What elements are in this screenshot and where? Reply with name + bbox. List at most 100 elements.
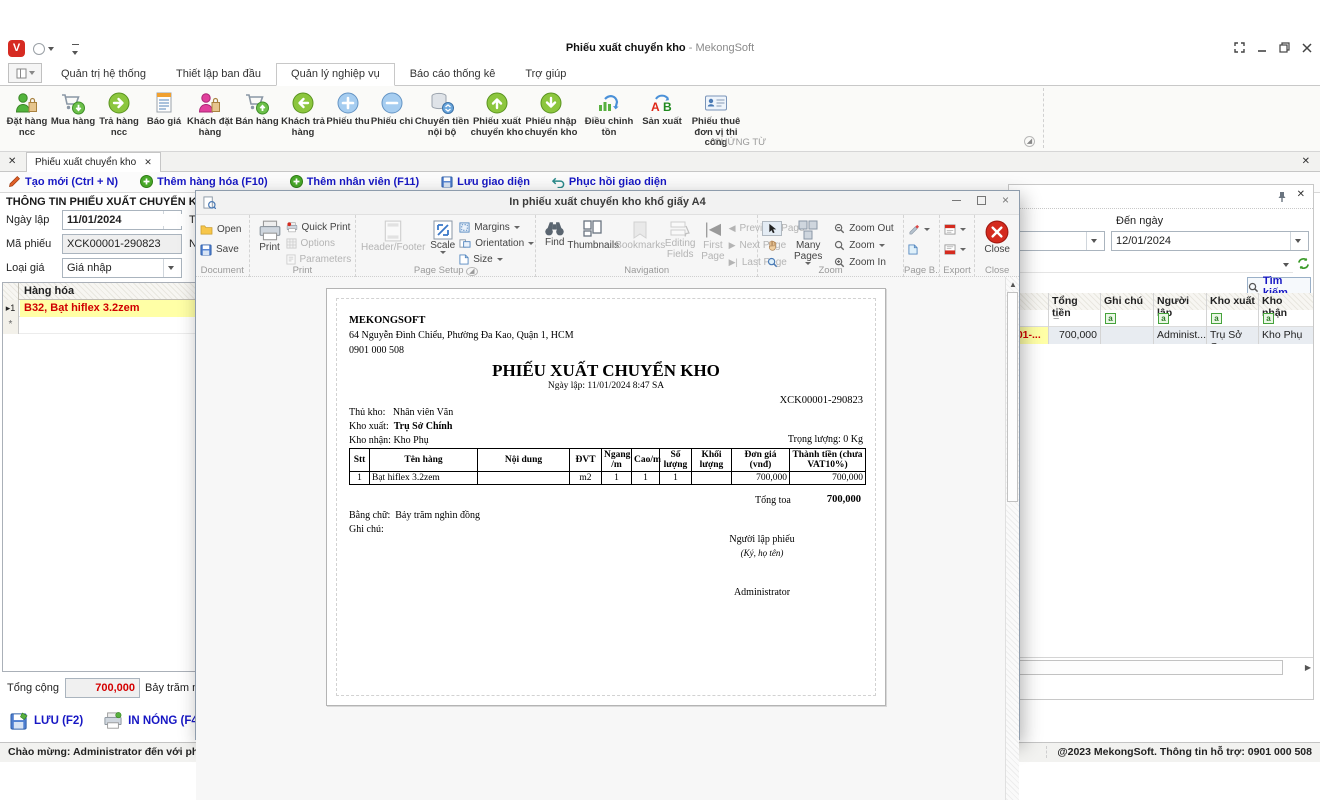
ribbon-item-ban-hang[interactable]: Bán hàng (234, 87, 280, 128)
layout-switch-button[interactable] (8, 63, 42, 83)
open-button[interactable]: Open (200, 222, 241, 237)
watermark-button[interactable] (908, 222, 930, 237)
ribbon-item-chuyen-tien-noi-bo[interactable]: Chuyển tiền nội bộ (414, 87, 470, 138)
filter-combo[interactable] (1013, 257, 1293, 273)
preview-vertical-scrollbar[interactable]: ▲ ▼ (1005, 277, 1019, 800)
close-all-tabs-icon[interactable]: ✕ (8, 156, 16, 167)
print-button[interactable]: Print (254, 218, 286, 255)
scroll-up-icon[interactable]: ▲ (1009, 280, 1017, 289)
orientation-button[interactable]: Orientation (459, 236, 534, 251)
loai-gia-select[interactable]: Giá nhập (62, 258, 182, 278)
filter-cell[interactable]: a (1154, 310, 1207, 327)
options-button[interactable]: Options (286, 236, 352, 251)
close-panel-icon[interactable]: ✕ (1302, 156, 1310, 167)
close-icon[interactable]: × (1002, 195, 1009, 205)
ribbon-item-dieu-chinh-ton[interactable]: Điều chỉnh tồn (578, 87, 640, 138)
doc-kho-nhan: Kho nhận: Kho Phụ (349, 435, 429, 446)
close-panel-icon[interactable]: ✕ (1297, 189, 1305, 200)
scroll-right-icon[interactable]: ▶ (1305, 663, 1311, 672)
tab-tro-giup[interactable]: Trợ giúp (510, 63, 581, 86)
minimize-icon[interactable] (952, 200, 961, 201)
result-row[interactable]: 001-... 700,000 Administ... Trụ Sở C... … (1009, 327, 1313, 344)
first-page-button[interactable]: |◀ First Page (697, 218, 728, 264)
from-date-combo[interactable] (1013, 231, 1105, 251)
add-item-button[interactable]: Thêm hàng hóa (F10) (140, 175, 268, 188)
column-header-kho-xuat[interactable]: Kho xuất (1207, 293, 1259, 310)
fullscreen-icon[interactable] (1234, 42, 1245, 53)
ribbon-item-phieu-chi[interactable]: Phiếu chi (370, 87, 414, 128)
editing-fields-button[interactable]: Editing Fields (663, 218, 697, 262)
many-pages-button[interactable]: Many Pages (782, 218, 834, 267)
close-preview-button[interactable]: Close (980, 218, 1014, 257)
horizontal-scrollbar[interactable]: ▶ (1009, 657, 1313, 677)
save-button[interactable]: Save (200, 242, 241, 257)
print-hot-button[interactable]: IN NÓNG (F4) (103, 712, 201, 730)
ribbon-item-khach-tra-hang[interactable]: Khách trả hàng (280, 87, 326, 138)
send-email-button[interactable] (944, 242, 966, 257)
group-dialog-launcher-icon[interactable]: ◢ (1024, 136, 1035, 147)
filter-cell[interactable]: a (1101, 310, 1154, 327)
tab-quan-ly-nghiep-vu[interactable]: Quản lý nghiệp vụ (276, 63, 395, 86)
ribbon-item-phieu-xuat-chuyen-kho[interactable]: Phiếu xuất chuyển kho (470, 87, 524, 138)
filter-cell[interactable]: = (1049, 310, 1101, 327)
scale-button[interactable]: Scale (426, 218, 459, 256)
maximize-icon[interactable] (977, 196, 986, 205)
ribbon-item-san-xuat[interactable]: AB Sản xuất (640, 87, 684, 128)
save-layout-button[interactable]: Lưu giao diện (441, 175, 530, 188)
hand-icon (767, 240, 778, 251)
total-input[interactable]: 700,000 (65, 678, 140, 698)
zoom-out-button[interactable]: Zoom Out (834, 221, 893, 236)
margins-button[interactable]: Margins (459, 220, 534, 235)
column-header-hang-hoa: Hàng hóa (24, 285, 74, 297)
minimize-icon[interactable] (1257, 43, 1267, 53)
refresh-icon[interactable] (1297, 257, 1310, 270)
tab-quan-tri-he-thong[interactable]: Quản trị hệ thống (46, 63, 161, 86)
ribbon-item-bao-gia[interactable]: Báo giá (142, 87, 186, 128)
bookmarks-button[interactable]: Bookmarks (617, 218, 663, 253)
quick-print-button[interactable]: Quick Print (286, 220, 352, 235)
doc-tab-phieu-xuat-chuyen-kho[interactable]: Phiếu xuất chuyển kho ✕ (26, 152, 161, 172)
page-size-icon (459, 254, 469, 265)
group-dialog-launcher-icon[interactable]: ◢ (466, 267, 477, 276)
column-header-nguoi-lap[interactable]: Người lập (1154, 293, 1207, 310)
scrollbar-thumb[interactable] (1011, 660, 1283, 675)
den-ngay-input[interactable]: 12/01/2024 (1111, 231, 1309, 251)
header-footer-button[interactable]: Header/Footer (360, 218, 426, 255)
thumbnails-button[interactable]: Thumbnails (569, 218, 617, 253)
add-staff-button[interactable]: Thêm nhân viên (F11) (290, 175, 419, 188)
column-header-ghi-chu[interactable]: Ghi chú (1101, 293, 1154, 310)
pointer-tool-button[interactable] (762, 221, 782, 236)
column-header-tong-tien[interactable]: Tổng tiền (1049, 293, 1101, 310)
column-header-kho-nhan[interactable]: Kho nhận (1259, 293, 1313, 310)
ribbon-item-phieu-nhap-chuyen-kho[interactable]: Phiếu nhập chuyển kho (524, 87, 578, 138)
pin-icon[interactable] (1277, 191, 1287, 203)
scrollbar-thumb[interactable] (1007, 292, 1018, 502)
tab-thiet-lap-ban-dau[interactable]: Thiết lập ban đầu (161, 63, 276, 86)
chevron-down-icon (528, 242, 534, 245)
save-button[interactable]: LƯU (F2) (10, 712, 83, 731)
ribbon: Đặt hàng ncc Mua hàng Trả hàng ncc Báo g… (0, 86, 1320, 152)
ribbon-item-khach-dat-hang[interactable]: Khách đặt hàng (186, 87, 234, 138)
ribbon-item-mua-hang[interactable]: Mua hàng (50, 87, 96, 128)
ribbon-group-label: CHỨNG TỪ (700, 137, 780, 148)
restore-layout-button[interactable]: Phục hồi giao diện (552, 175, 667, 188)
restore-icon[interactable] (1279, 42, 1290, 53)
ribbon-item-label: Báo giá (147, 117, 181, 128)
export-document-button[interactable] (944, 222, 966, 237)
ribbon-item-label: Phiếu nhập chuyển kho (524, 117, 578, 138)
new-button[interactable]: Tạo mới (Ctrl + N) (8, 175, 118, 188)
ma-phieu-input[interactable]: XCK00001-290823 (62, 234, 182, 254)
page-color-button[interactable] (908, 242, 930, 257)
zoom-button[interactable]: Zoom (834, 238, 893, 253)
ribbon-item-phieu-thu[interactable]: Phiếu thu (326, 87, 370, 128)
filter-cell[interactable]: a (1259, 310, 1313, 327)
ribbon-item-dat-hang-ncc[interactable]: Đặt hàng ncc (4, 87, 50, 138)
filter-cell[interactable]: a (1207, 310, 1259, 327)
preview-area[interactable]: MEKONGSOFT 64 Nguyễn Đình Chiểu, Phường … (196, 277, 1005, 800)
find-button[interactable]: Find (540, 218, 569, 250)
ribbon-item-tra-hang-ncc[interactable]: Trả hàng ncc (96, 87, 142, 138)
close-tab-icon[interactable]: ✕ (144, 157, 152, 168)
close-icon[interactable] (1302, 43, 1312, 53)
hand-tool-button[interactable] (762, 238, 782, 253)
tab-bao-cao-thong-ke[interactable]: Báo cáo thống kê (395, 63, 511, 86)
